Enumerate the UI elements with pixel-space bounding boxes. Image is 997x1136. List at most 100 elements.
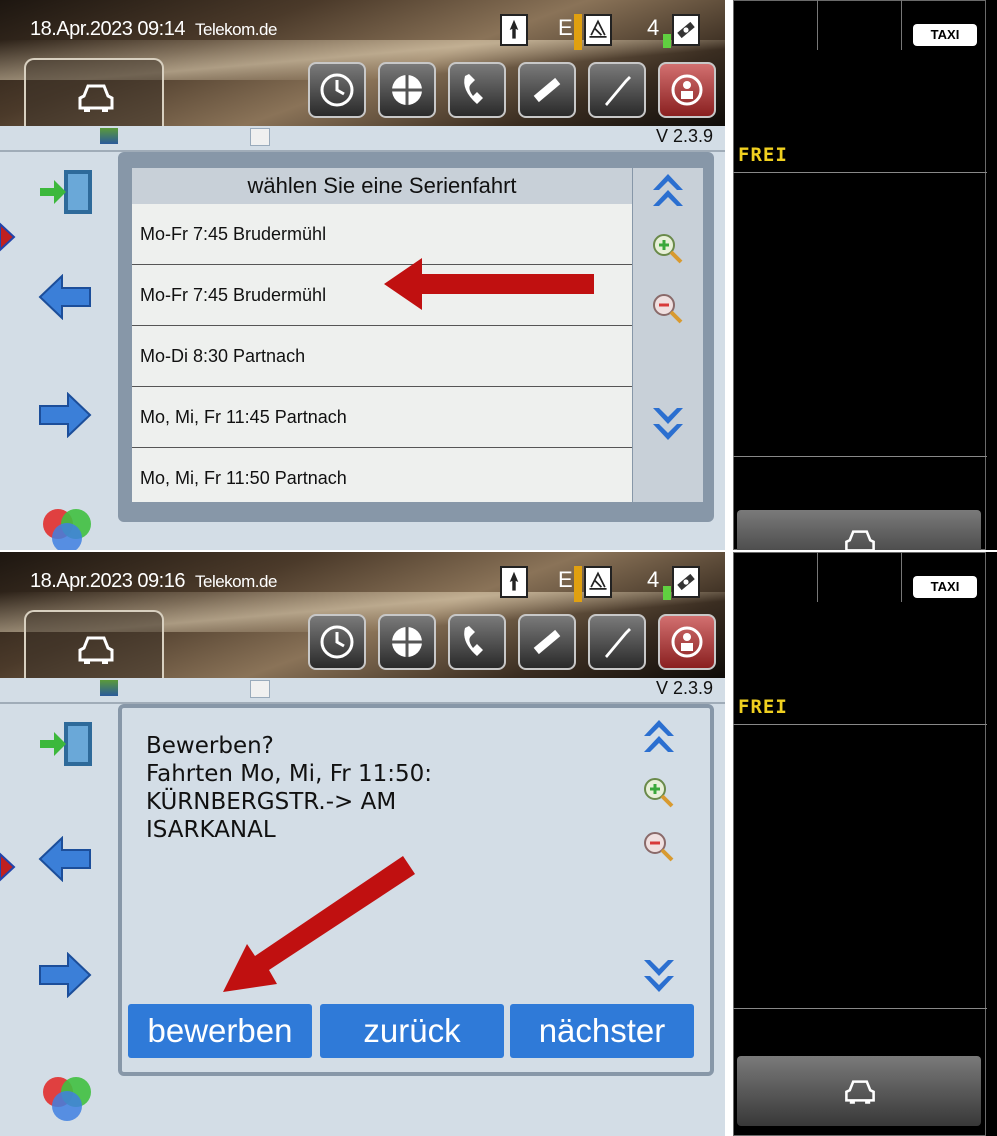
meter-status: FREI — [738, 696, 788, 718]
panel-topstrip: V 2.3.9 — [0, 126, 725, 152]
gps-satellite-icon — [672, 566, 700, 598]
annotation-arrow — [384, 258, 594, 310]
compass-icon — [500, 14, 528, 46]
satellite-button[interactable] — [518, 614, 576, 670]
compass-icon — [500, 566, 528, 598]
color-circles-icon[interactable] — [38, 1072, 98, 1124]
next-button[interactable]: nächster — [510, 1004, 694, 1058]
status-carrier: Telekom.de — [195, 20, 277, 39]
person-alert-icon — [671, 626, 703, 658]
phone-icon — [464, 626, 483, 656]
series-list-container: wählen Sie eine Serienfahrt Mo-Fr 7:45 B… — [118, 152, 714, 522]
left-nav — [0, 152, 118, 550]
emergency-button[interactable] — [658, 614, 716, 670]
dialog-line: Bewerben? — [146, 733, 274, 759]
main-panel: V 2.3.9 wählen Sie eine Serienfahrt Mo-F… — [0, 126, 725, 550]
left-nav — [0, 704, 118, 1121]
dialog-line: KÜRNBERGSTR.-> AM — [146, 789, 397, 815]
arrow-left-icon[interactable] — [38, 274, 92, 320]
list-scroll-column — [633, 168, 703, 502]
meter-status: FREI — [738, 144, 788, 166]
exit-door-icon[interactable] — [38, 166, 98, 218]
list-item[interactable]: Mo, Mi, Fr 11:45 Partnach — [132, 387, 632, 448]
taximeter-frame — [733, 0, 986, 550]
arrow-right-icon[interactable] — [38, 952, 92, 998]
status-datetime: 18.Apr.2023 09:16 — [30, 570, 185, 592]
taxi-icon — [78, 636, 114, 664]
signal-bar — [574, 14, 582, 50]
version-label: V 2.3.9 — [655, 678, 713, 698]
taxi-icon — [845, 530, 875, 550]
list-item[interactable]: Mo, Mi, Fr 11:50 Partnach — [132, 448, 632, 508]
clock-icon — [320, 73, 354, 107]
arrow-left-icon[interactable] — [38, 836, 92, 882]
zoom-out-icon[interactable] — [642, 830, 676, 864]
scroll-up-icon[interactable] — [651, 172, 685, 212]
scroll-down-icon[interactable] — [642, 954, 676, 994]
series-list: wählen Sie eine Serienfahrt Mo-Fr 7:45 B… — [132, 168, 632, 502]
person-alert-icon — [671, 74, 703, 106]
message-icon — [250, 680, 270, 698]
network-type: E — [558, 15, 573, 40]
list-title: wählen Sie eine Serienfahrt — [132, 168, 632, 204]
gps-satellite-icon — [672, 14, 700, 46]
screen-series-list: 18.Apr.2023 09:14 Telekom.de E 4 V 2.3.9 — [0, 0, 997, 550]
zones-button[interactable] — [378, 62, 436, 118]
panel-topstrip: V 2.3.9 — [0, 678, 725, 704]
dialog-line: Fahrten Mo, Mi, Fr 11:50: — [146, 761, 433, 787]
gps-bar — [663, 34, 671, 48]
version-label: V 2.3.9 — [655, 126, 713, 146]
zoom-out-icon[interactable] — [651, 292, 685, 326]
tools-button[interactable] — [588, 62, 646, 118]
side-marker — [0, 222, 16, 252]
divider — [817, 552, 818, 602]
status-carrier: Telekom.de — [195, 572, 277, 591]
arrow-right-icon[interactable] — [38, 392, 92, 438]
divider — [901, 552, 902, 602]
zoom-in-icon[interactable] — [651, 232, 685, 266]
message-icon — [250, 128, 270, 146]
status-datetime: 18.Apr.2023 09:14 — [30, 18, 185, 40]
phone-button[interactable] — [448, 62, 506, 118]
apply-button[interactable]: bewerben — [128, 1004, 312, 1058]
emergency-button[interactable] — [658, 62, 716, 118]
taximeter-panel: TAXI FREI — [733, 552, 997, 1136]
phone-button[interactable] — [448, 614, 506, 670]
gps-bar — [663, 586, 671, 600]
satellite-icon — [533, 629, 561, 655]
phone-icon — [464, 74, 483, 104]
taxi-badge: TAXI — [913, 576, 977, 598]
antenna-icon — [584, 14, 612, 46]
satellite-button[interactable] — [518, 62, 576, 118]
taxi-bottom-button[interactable] — [737, 1056, 981, 1126]
zoom-in-icon[interactable] — [642, 776, 676, 810]
antenna-icon — [584, 566, 612, 598]
zones-button[interactable] — [378, 614, 436, 670]
timer-button[interactable] — [308, 614, 366, 670]
exit-door-icon[interactable] — [38, 718, 98, 770]
clock-icon — [320, 625, 354, 659]
dialog-message: Bewerben? Fahrten Mo, Mi, Fr 11:50: KÜRN… — [146, 732, 432, 844]
satellite-count: 4 — [647, 567, 660, 592]
color-circles-icon[interactable] — [38, 504, 98, 550]
taxi-tab[interactable] — [24, 58, 164, 128]
scroll-down-icon[interactable] — [651, 402, 685, 442]
network-type: E — [558, 567, 573, 592]
list-item[interactable]: Mo-Di 8:30 Partnach — [132, 326, 632, 387]
globe-icon — [392, 75, 422, 105]
globe-icon — [392, 627, 422, 657]
scroll-up-icon[interactable] — [642, 718, 676, 758]
dialog-line: ISARKANAL — [146, 817, 276, 843]
satellite-icon — [533, 77, 561, 103]
taxi-tab[interactable] — [24, 610, 164, 680]
divider — [733, 172, 987, 173]
satellite-count: 4 — [647, 15, 660, 40]
tools-button[interactable] — [588, 614, 646, 670]
taxi-bottom-button[interactable] — [737, 510, 981, 550]
screwdriver-icon — [605, 76, 631, 106]
timer-button[interactable] — [308, 62, 366, 118]
divider — [733, 724, 987, 725]
signal-bar — [574, 566, 582, 602]
back-button[interactable]: zurück — [320, 1004, 504, 1058]
divider — [733, 1008, 987, 1009]
